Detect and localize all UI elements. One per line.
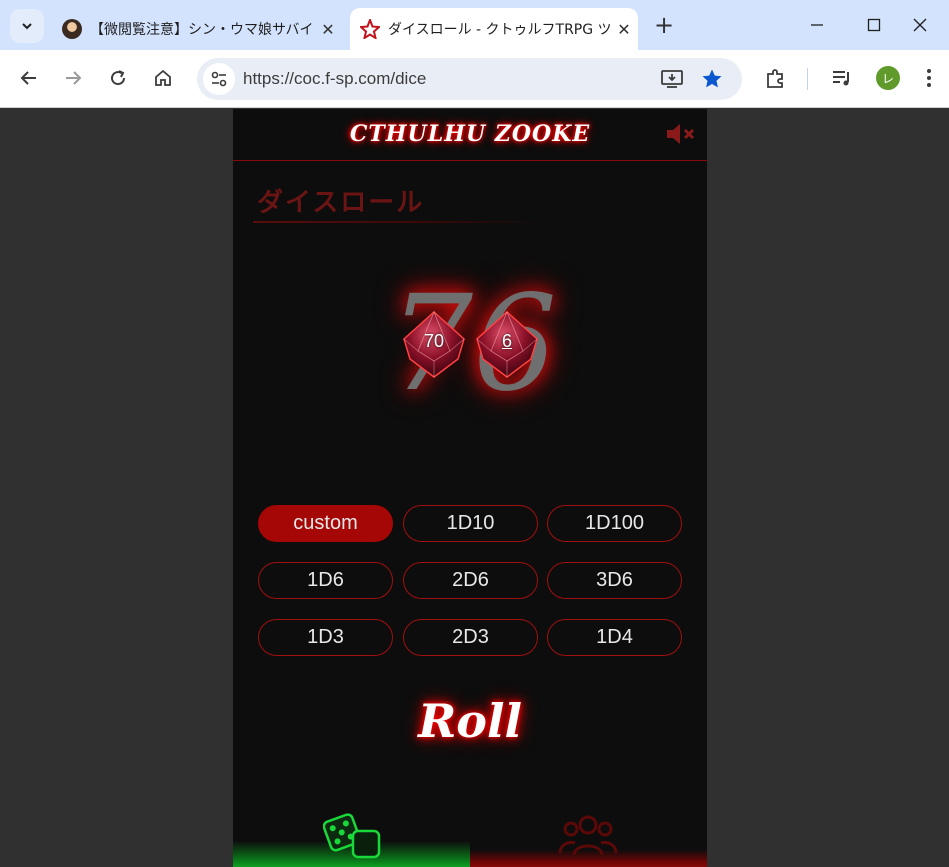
browser-toolbar: https://coc.f-sp.com/dice [0,50,949,108]
toolbar-divider [807,68,808,90]
die-value: 70 [423,331,445,351]
dice-button-label: custom [293,512,358,534]
die-value: 6 [501,331,512,351]
dice-button-custom[interactable]: custom [258,505,393,542]
dice-button-label: 3D6 [596,569,633,591]
dice-button-label: 1D4 [596,626,633,648]
close-icon[interactable]: ✕ [610,20,638,39]
app-header: CTHULHU ZOOKE [233,109,707,161]
media-controls-button[interactable] [828,64,856,92]
chevron-down-icon [22,23,32,30]
d10-die: 70 [398,309,470,381]
site-logo[interactable]: CTHULHU ZOOKE [233,121,707,147]
install-app-button[interactable] [659,67,685,91]
browser-tab-strip: 【微閲覧注意】シン・ウマ娘サバイバ ✕ ダイスロール - クトゥルフTRPG ツ… [0,0,949,50]
bookmark-button[interactable] [699,67,725,91]
volume-mute-icon [667,124,695,144]
tab-title: ダイスロール - クトゥルフTRPG ツー [388,22,610,38]
address-bar[interactable]: https://coc.f-sp.com/dice [197,58,742,100]
install-icon [661,70,683,88]
browser-menu-button[interactable] [915,64,943,92]
roll-result-area: 76 70 6 [353,269,593,429]
dice-button-label: 1D6 [307,569,344,591]
reload-icon [111,70,126,86]
page-title: ダイスロール [257,188,425,218]
dice-button-3d6[interactable]: 3D6 [547,562,682,599]
dice-app: CTHULHU ZOOKE ダイスロール 76 70 6 custom 1D10… [233,109,707,867]
users-icon [558,815,618,856]
close-icon [913,18,927,32]
tab-title: 【微閲覧注意】シン・ウマ娘サバイバ [90,22,314,38]
puzzle-icon [767,69,783,88]
dice-button-label: 1D10 [446,512,495,534]
dice-button-1d10[interactable]: 1D10 [403,505,538,542]
nav-tab-dice[interactable] [233,809,470,867]
arrow-right-icon [66,71,82,85]
tab-uma-musume[interactable]: 【微閲覧注意】シン・ウマ娘サバイバ ✕ [52,8,342,50]
roll-button[interactable]: Roll [233,694,707,748]
minimize-icon [811,24,823,26]
dice-button-label: 1D100 [585,512,644,534]
more-vertical-icon [927,69,931,87]
character-favicon-icon [62,19,82,39]
bottom-nav [233,809,707,867]
extensions-button[interactable] [762,64,790,92]
tune-icon [211,71,227,87]
tab-dice-roll[interactable]: ダイスロール - クトゥルフTRPG ツー ✕ [350,8,638,50]
title-underline [253,221,543,223]
arrow-left-icon [20,71,36,85]
back-button[interactable] [12,61,46,95]
dice-button-label: 1D3 [307,626,344,648]
dice-button-label: 2D6 [452,569,489,591]
dice-button-1d100[interactable]: 1D100 [547,505,682,542]
close-icon[interactable]: ✕ [314,20,342,39]
home-icon [155,69,171,86]
site-info-button[interactable] [203,63,235,95]
maximize-icon [867,18,881,32]
dice-button-1d3[interactable]: 1D3 [258,619,393,656]
dice-button-1d6[interactable]: 1D6 [258,562,393,599]
page-viewport: CTHULHU ZOOKE ダイスロール 76 70 6 custom 1D10… [0,109,949,867]
profile-avatar[interactable]: レ [876,66,900,90]
d10-die: 6 [471,309,543,381]
tab-search-button[interactable] [10,9,44,43]
new-tab-button[interactable]: + [650,12,678,40]
star-icon [702,69,722,88]
url-text[interactable]: https://coc.f-sp.com/dice [243,69,426,89]
home-button[interactable] [146,61,180,95]
mute-button[interactable] [665,121,699,147]
close-window-button[interactable] [891,0,949,50]
dice-button-label: 2D3 [452,626,489,648]
dice-icon [323,813,381,859]
nav-tab-group[interactable] [470,809,707,867]
minimize-button[interactable] [788,0,846,50]
reload-button[interactable] [101,61,135,95]
dice-button-1d4[interactable]: 1D4 [547,619,682,656]
playlist-icon [833,71,849,86]
forward-button[interactable] [56,61,90,95]
dice-button-2d3[interactable]: 2D3 [403,619,538,656]
dice-button-2d6[interactable]: 2D6 [403,562,538,599]
star-favicon-icon [358,17,382,41]
